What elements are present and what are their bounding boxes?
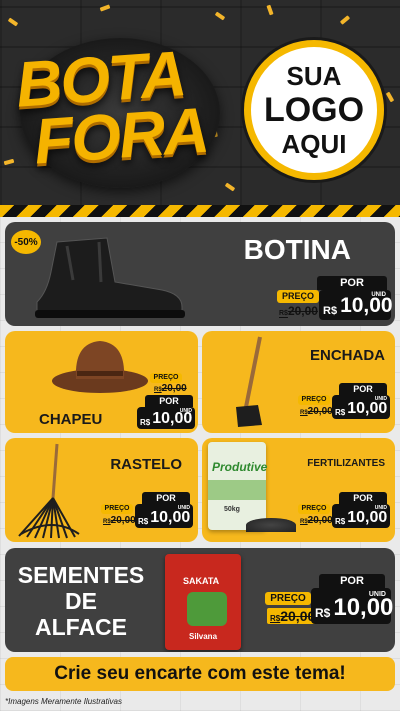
por-label: POR [339, 492, 387, 504]
por-label: POR [317, 276, 387, 290]
logo-placeholder: SUA LOGO AQUI [244, 40, 384, 180]
price-box: R$ 10,00 UNID [137, 407, 195, 429]
logo-line-1: SUA [286, 61, 342, 91]
por-label: POR [145, 395, 193, 407]
hazard-stripe [0, 205, 400, 217]
cta-banner[interactable]: Crie seu encarte com este tema! [5, 657, 395, 691]
por-label: POR [339, 383, 387, 395]
product-card-botina[interactable]: -50% BOTINA POR PREÇO R$20,00 R$ 10,00 U… [5, 222, 395, 326]
preco-label: PREÇO [265, 592, 311, 605]
product-name: RASTELO [110, 456, 182, 473]
price-box: R$ 10,00 UNID [311, 588, 394, 624]
seed-package-icon: SAKATA Silvana [165, 554, 241, 650]
por-label: POR [319, 574, 385, 588]
preco-label: PREÇO [298, 395, 330, 405]
product-card-enchada[interactable]: ENCHADA POR PREÇO R$20,00 R$ 10,00 UNID [202, 331, 395, 433]
fertilizer-bag-icon: Produtive 50kg [208, 442, 268, 530]
price-value: 10,00 [340, 294, 393, 317]
promo-title: BOTA FORA [14, 37, 242, 178]
logo-line-3: AQUI [281, 129, 347, 159]
product-card-rastelo[interactable]: RASTELO POR PREÇO R$20,00 R$ 10,00 UNID [5, 438, 198, 542]
package-brand: SAKATA [183, 576, 220, 586]
rake-icon [18, 443, 80, 539]
price-value: 10,00 [333, 594, 394, 621]
fertilizer-weight: 50kg [224, 506, 240, 513]
hoe-icon [236, 336, 262, 427]
hat-icon [52, 341, 148, 393]
old-price: R$20,00 [279, 304, 318, 318]
package-label: Silvana [189, 632, 218, 641]
preco-label: PREÇO [277, 290, 319, 303]
product-name: ENCHADA [310, 347, 385, 364]
price-value: 10,00 [347, 509, 388, 526]
old-price: R$20,00 [300, 515, 333, 526]
product-card-fertilizantes[interactable]: Produtive 50kg FERTILIZANTES POR PREÇO R… [202, 438, 395, 542]
title-line-2: FORA [31, 93, 210, 178]
boot-icon [35, 237, 185, 318]
old-price: R$20,00 [300, 406, 333, 417]
preco-label: PREÇO [150, 373, 182, 383]
preco-label: PREÇO [298, 504, 330, 514]
price-box: R$ 10,00 UNID [332, 504, 390, 528]
logo-line-2: LOGO [263, 91, 365, 129]
price-box: R$ 10,00 UNID [332, 395, 390, 419]
price-value: 10,00 [150, 509, 191, 526]
fertilizer-pile [246, 518, 296, 532]
price-box: R$ 10,00 UNID [319, 290, 393, 320]
footnote: *Imagens Meramente Ilustrativas [5, 697, 122, 706]
price-value: 10,00 [347, 400, 388, 417]
product-name: FERTILIZANTES [307, 458, 385, 469]
product-card-sementes[interactable]: SEMENTES DE ALFACE SAKATA Silvana POR PR… [5, 548, 395, 652]
product-name: SEMENTES DE ALFACE [17, 562, 145, 640]
old-price: R$20,00 [154, 383, 187, 394]
product-card-chapeu[interactable]: CHAPEU PREÇO R$20,00 POR R$ 10,00 UNID [5, 331, 198, 433]
product-name: CHAPEU [39, 411, 103, 428]
por-label: POR [142, 492, 190, 504]
price-box: R$ 10,00 UNID [135, 504, 193, 528]
preco-label: PREÇO [101, 504, 133, 514]
header-banner: BOTA FORA SUA LOGO AQUI [0, 0, 400, 208]
fertilizer-brand: Produtive [212, 460, 268, 474]
product-name: BOTINA [243, 234, 351, 265]
old-price: R$20,00 [103, 515, 136, 526]
